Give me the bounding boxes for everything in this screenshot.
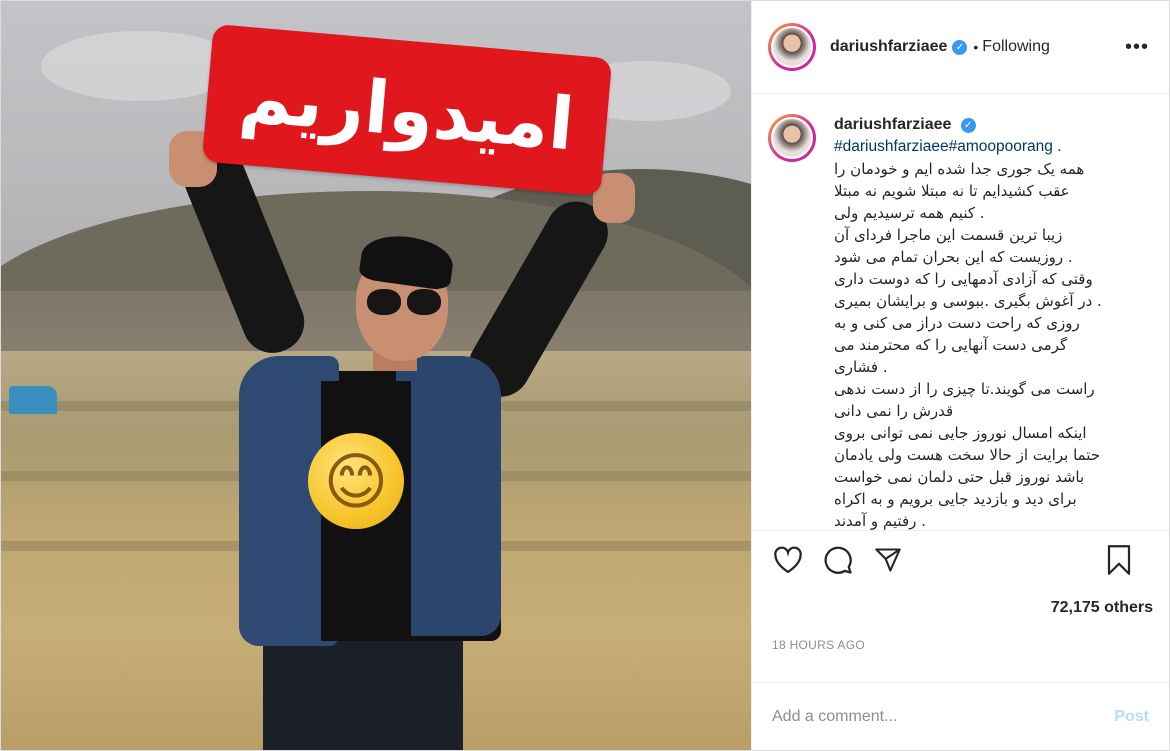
comments-area[interactable]: dariushfarziaee ✓ #dariushfarziaee#amoop…: [752, 94, 1169, 530]
caption-body: dariushfarziaee ✓ #dariushfarziaee#amoop…: [834, 114, 1134, 530]
caption-text: همه یک جوری جدا شده ایم و خودمان را عقب ک…: [834, 158, 1134, 530]
photo-jeans: [263, 631, 463, 750]
caption-line: وقتی که آزادی آدمهایی را که دوست داری: [834, 270, 1093, 288]
paper-plane-icon: [875, 547, 901, 572]
caption-line: باشد نوروز قبل حتی دلمان نمی خواست: [834, 468, 1085, 486]
caption-line: . در آغوش بگیری .ببوسی و برایشان بمیری: [834, 292, 1102, 310]
likes-count[interactable]: 72,175 others: [752, 588, 1169, 628]
verified-badge-icon: ✓: [960, 118, 976, 133]
following-button[interactable]: Following: [982, 38, 1050, 56]
post-photo[interactable]: امیدواریم 😊: [1, 1, 751, 750]
caption-line: راست می گویند.تا چیزی را از دست ندهی: [834, 380, 1095, 398]
more-options-icon[interactable]: •••: [1125, 37, 1149, 57]
sign-text: امیدواریم: [236, 53, 578, 167]
caption-line: حتما برایت از حالا سخت هست ولی یادمان: [834, 446, 1101, 464]
caption-username[interactable]: dariushfarziaee: [834, 114, 951, 136]
caption-line: . روزیست که این بحران تمام می شود: [834, 248, 1073, 266]
header-user-info: dariushfarziaee ✓ • Following: [830, 38, 1050, 56]
caption: dariushfarziaee ✓ #dariushfarziaee#amoop…: [768, 114, 1153, 530]
instagram-post: امیدواریم 😊 dariushfarziaee ✓ • Followin…: [0, 0, 1170, 751]
share-button[interactable]: [868, 540, 908, 580]
photo-jacket-right: [396, 356, 501, 636]
photo-tent: [9, 386, 57, 414]
add-comment-bar: Post: [752, 682, 1169, 750]
caption-avatar[interactable]: [768, 114, 816, 162]
caption-line: زیبا ترین قسمت این ماجرا فردای آن: [834, 226, 1063, 244]
heart-icon: [774, 546, 802, 573]
comment-bubble-icon: [824, 546, 852, 574]
caption-line: . فشاری: [834, 358, 888, 376]
caption-hashtags[interactable]: #dariushfarziaee#amoopoorang: [834, 138, 1053, 155]
save-button[interactable]: [1099, 540, 1139, 580]
caption-line: قدرش را نمی دانی: [834, 402, 954, 420]
caption-line: گرمی دست آنهایی را که محترمند می: [834, 336, 1068, 354]
caption-line: . رفتیم و آمدند: [834, 512, 926, 530]
sunglasses: [367, 289, 443, 319]
caption-line: برای دید و بازدید جایی برویم و به اکراه: [834, 490, 1077, 508]
post-header: dariushfarziaee ✓ • Following •••: [752, 1, 1169, 94]
caption-line: عقب کشیدایم تا نه مبتلا شویم نه مبتلا: [834, 182, 1070, 200]
action-bar: [752, 530, 1169, 588]
post-comment-button[interactable]: Post: [1114, 708, 1149, 726]
smiling-emoji-sticker: 😊: [308, 433, 404, 529]
post-timestamp[interactable]: 18 HOURS AGO: [752, 628, 1169, 662]
bookmark-icon: [1107, 544, 1131, 575]
verified-badge-icon: ✓: [952, 39, 968, 55]
caption-hashtags-suffix: .: [1052, 138, 1062, 155]
comment-input[interactable]: [772, 707, 1115, 726]
header-separator: •: [973, 39, 979, 55]
caption-line: . کنیم همه ترسیدیم ولی: [834, 204, 985, 222]
header-username[interactable]: dariushfarziaee: [830, 38, 947, 56]
post-side-panel: dariushfarziaee ✓ • Following ••• darius…: [751, 1, 1169, 750]
like-button[interactable]: [768, 540, 808, 580]
comment-button[interactable]: [818, 540, 858, 580]
avatar[interactable]: [768, 23, 816, 71]
caption-line: اینکه امسال نوروز جایی نمی توانی بروی: [834, 424, 1087, 442]
caption-line: همه یک جوری جدا شده ایم و خودمان را: [834, 160, 1085, 178]
caption-line: روزی که راحت دست دراز می کنی و به: [834, 314, 1080, 332]
